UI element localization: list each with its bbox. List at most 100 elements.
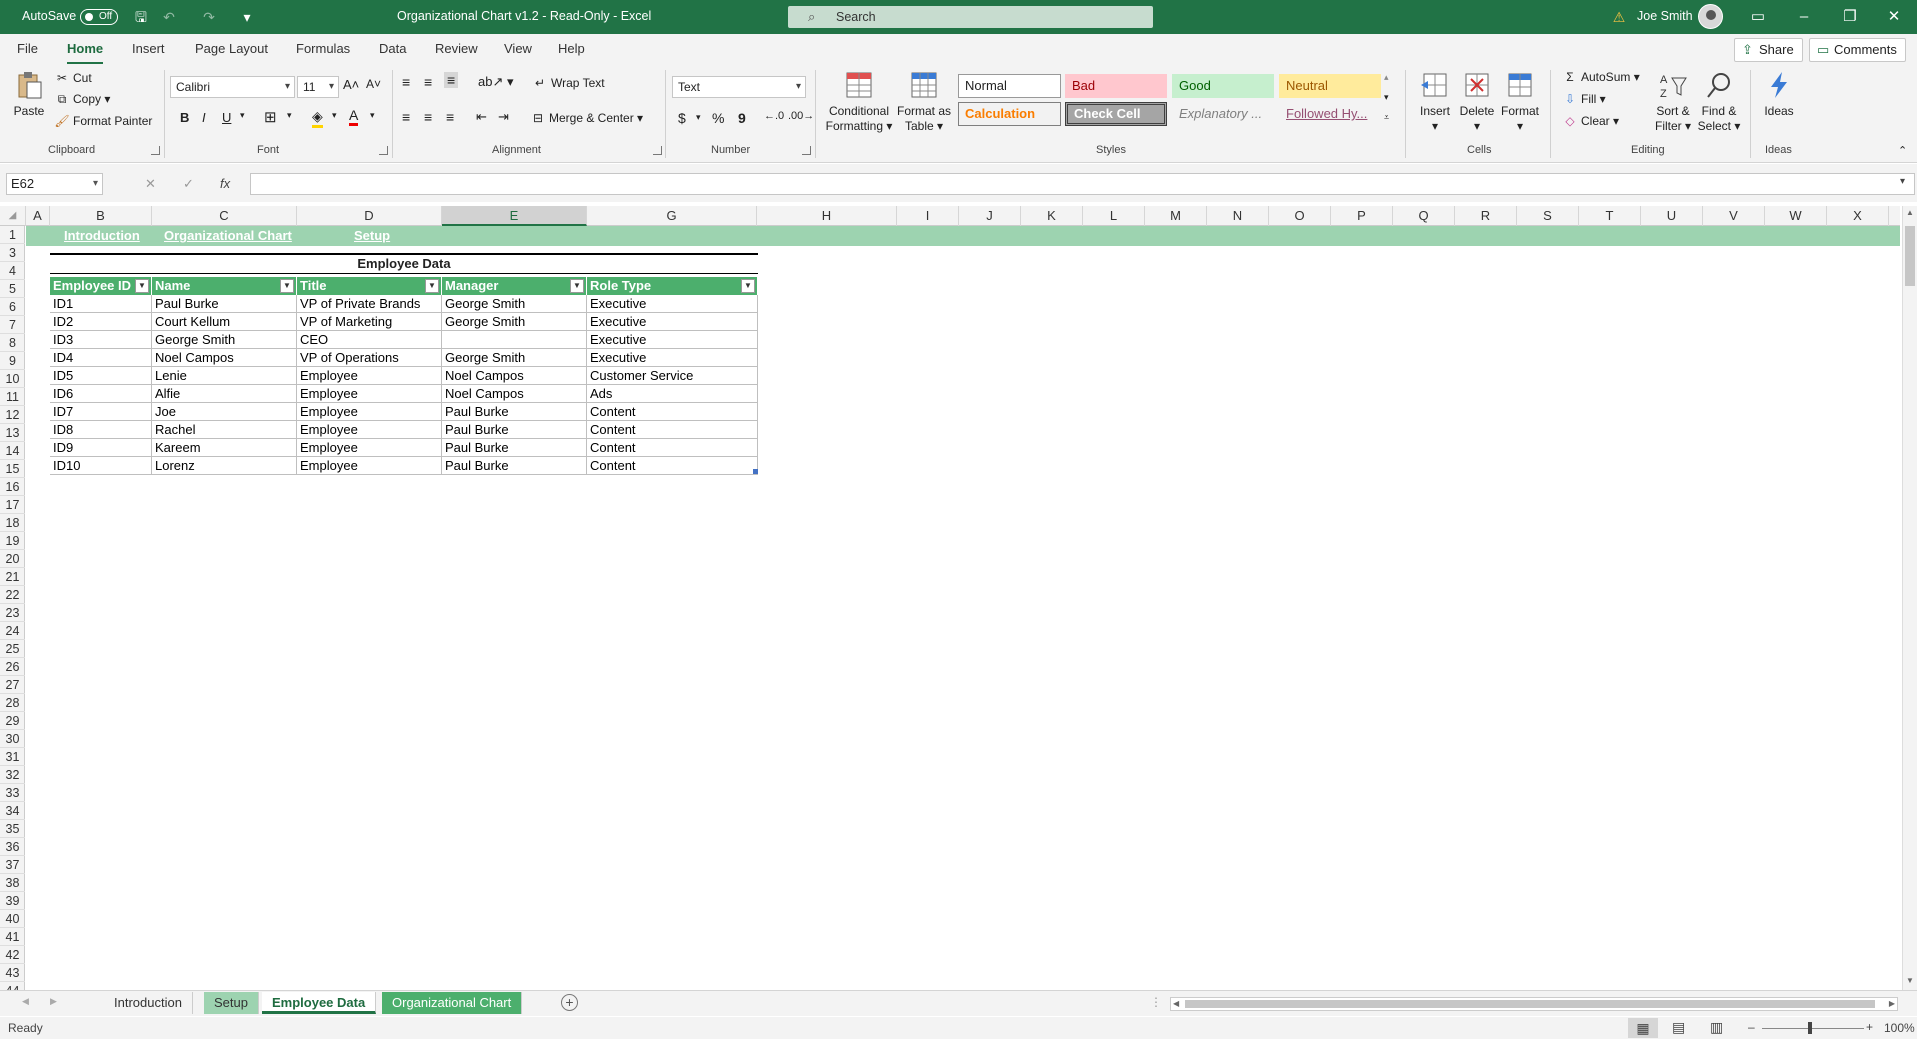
row-header[interactable]: 14 (0, 442, 25, 460)
menu-home[interactable]: Home (67, 41, 104, 65)
borders-icon[interactable]: ⊞ (264, 108, 277, 126)
column-header[interactable]: G (587, 206, 757, 226)
row-header[interactable]: 5 (0, 280, 25, 298)
ribbon-display-icon[interactable]: ▭ (1735, 5, 1781, 29)
customize-toolbar-icon[interactable]: ▾ (238, 8, 256, 26)
clear-button[interactable]: ◇ Clear ▾ (1562, 114, 1619, 128)
zoom-in-icon[interactable]: + (1866, 1020, 1873, 1034)
table-cell[interactable]: ID10 (50, 457, 152, 475)
table-cell[interactable]: George Smith (152, 331, 297, 349)
table-cell[interactable]: Customer Service (587, 367, 758, 385)
table-cell[interactable]: Employee (297, 457, 442, 475)
paste-button[interactable]: Paste (10, 70, 48, 119)
sheet-tab-employee-data[interactable]: Employee Data (262, 992, 377, 1014)
table-cell[interactable]: George Smith (442, 313, 587, 331)
avatar[interactable] (1698, 4, 1723, 29)
table-cell[interactable]: ID7 (50, 403, 152, 421)
menu-view[interactable]: View (504, 41, 532, 56)
column-header[interactable]: C (152, 206, 297, 226)
scroll-right-icon[interactable]: ▶ (1889, 998, 1895, 1010)
bold-button[interactable]: B (180, 110, 189, 125)
column-header[interactable]: O (1269, 206, 1331, 226)
table-cell[interactable]: VP of Operations (297, 349, 442, 367)
table-cell[interactable]: Court Kellum (152, 313, 297, 331)
search-box[interactable]: ⌕ Search (788, 6, 1153, 28)
clipboard-launcher-icon[interactable] (151, 146, 160, 155)
vertical-scrollbar[interactable]: ▲ ▼ (1902, 206, 1917, 990)
currency-dropdown-icon[interactable]: ▾ (696, 112, 701, 123)
number-format-select[interactable]: Text (672, 76, 806, 98)
row-header[interactable]: 19 (0, 532, 25, 550)
decrease-indent-icon[interactable]: ⇤ (476, 109, 487, 125)
menu-review[interactable]: Review (435, 41, 478, 56)
orientation-icon[interactable]: ab↗ ▾ (478, 74, 514, 90)
decrease-decimal-icon[interactable]: .00→ (788, 110, 814, 122)
row-header[interactable]: 41 (0, 928, 25, 946)
row-header[interactable]: 34 (0, 802, 25, 820)
row-header[interactable]: 13 (0, 424, 25, 442)
align-top-icon[interactable]: ≡ (402, 74, 410, 90)
share-button[interactable]: ⇪ Share (1734, 38, 1803, 62)
row-header[interactable]: 7 (0, 316, 25, 334)
table-cell[interactable]: Joe (152, 403, 297, 421)
table-cell[interactable]: ID8 (50, 421, 152, 439)
style-bad[interactable]: Bad (1065, 74, 1167, 98)
filter-dropdown-icon[interactable]: ▼ (425, 279, 439, 293)
column-header[interactable]: S (1517, 206, 1579, 226)
row-header[interactable]: 9 (0, 352, 25, 370)
column-header[interactable]: T (1579, 206, 1641, 226)
row-header[interactable]: 21 (0, 568, 25, 586)
row-header[interactable]: 36 (0, 838, 25, 856)
table-cell[interactable]: Content (587, 457, 758, 475)
cut-button[interactable]: ✂ Cut (54, 71, 92, 85)
column-header[interactable]: J (959, 206, 1021, 226)
zoom-slider-thumb[interactable] (1808, 1022, 1812, 1034)
sort-filter-button[interactable]: AZ Sort & Filter ▾ (1650, 70, 1696, 134)
column-header[interactable]: U (1641, 206, 1703, 226)
add-sheet-icon[interactable]: + (561, 994, 578, 1011)
sheet-tab-introduction[interactable]: Introduction (104, 992, 193, 1014)
table-cell[interactable]: Executive (587, 349, 758, 367)
table-header[interactable]: Name ▼ (152, 277, 297, 295)
row-header[interactable]: 17 (0, 496, 25, 514)
style-normal[interactable]: Normal (958, 74, 1061, 98)
align-middle-icon[interactable]: ≡ (424, 74, 432, 90)
row-header[interactable]: 30 (0, 730, 25, 748)
column-header[interactable]: W (1765, 206, 1827, 226)
table-cell[interactable]: ID3 (50, 331, 152, 349)
table-header[interactable]: Manager ▼ (442, 277, 587, 295)
currency-button[interactable]: $ (678, 110, 686, 126)
row-header[interactable]: 15 (0, 460, 25, 478)
row-header[interactable]: 1 (0, 226, 25, 244)
horizontal-scrollbar[interactable]: ◀ ▶ (1170, 997, 1898, 1011)
row-header[interactable]: 27 (0, 676, 25, 694)
row-header[interactable]: 18 (0, 514, 25, 532)
table-cell[interactable]: George Smith (442, 349, 587, 367)
font-color-icon[interactable]: A (349, 107, 359, 126)
row-header[interactable]: 3 (0, 244, 25, 262)
row-header[interactable]: 28 (0, 694, 25, 712)
column-header[interactable]: P (1331, 206, 1393, 226)
row-header[interactable]: 26 (0, 658, 25, 676)
table-resize-handle[interactable] (753, 469, 758, 474)
table-cell[interactable]: ID6 (50, 385, 152, 403)
row-header[interactable]: 4 (0, 262, 25, 280)
column-header[interactable]: I (897, 206, 959, 226)
table-cell[interactable]: Paul Burke (442, 457, 587, 475)
sheet-tab-setup[interactable]: Setup (204, 992, 259, 1014)
row-header[interactable]: 43 (0, 964, 25, 982)
table-header[interactable]: Employee ID ▼ (50, 277, 152, 295)
scroll-up-icon[interactable]: ▲ (1906, 208, 1914, 217)
page-break-view-icon[interactable]: ▥ (1710, 1019, 1723, 1036)
column-header[interactable]: V (1703, 206, 1765, 226)
styles-scroll-up-icon[interactable]: ▴ (1384, 72, 1389, 83)
table-header[interactable]: Role Type ▼ (587, 277, 758, 295)
normal-view-icon[interactable]: ▦ (1628, 1018, 1658, 1038)
table-cell[interactable]: ID1 (50, 295, 152, 313)
menu-insert[interactable]: Insert (132, 41, 165, 56)
number-launcher-icon[interactable] (802, 146, 811, 155)
italic-button[interactable]: I (202, 110, 206, 125)
tab-scroll-left-icon[interactable]: ◀ (22, 996, 29, 1007)
table-cell[interactable]: Lenie (152, 367, 297, 385)
column-header[interactable]: L (1083, 206, 1145, 226)
